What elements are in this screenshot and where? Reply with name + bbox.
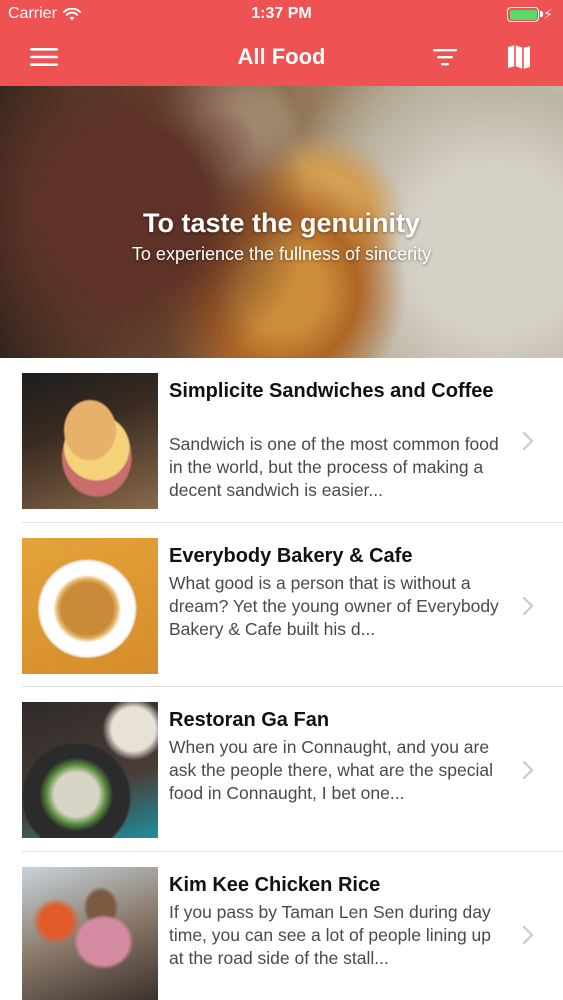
item-title: Simplicite Sandwiches and Coffee <box>169 380 494 402</box>
chevron-right-icon <box>523 596 533 615</box>
item-title: Kim Kee Chicken Rice <box>169 873 381 896</box>
item-description: If you pass by Taman Len Sen during day … <box>169 901 492 968</box>
item-title: Everybody Bakery & Cafe <box>169 544 413 567</box>
page-title: All Food <box>237 44 326 69</box>
food-thumbnail <box>22 866 158 1000</box>
chevron-right-icon <box>523 925 533 944</box>
navigation-bar: All Food <box>0 28 563 86</box>
map-icon <box>508 45 530 69</box>
food-thumbnail <box>22 373 158 509</box>
map-button[interactable] <box>502 41 536 73</box>
item-description: When you are in Connaught, and you are a… <box>169 737 493 803</box>
item-title: Restoran Ga Fan <box>169 709 330 731</box>
top-bar: Carrier 1:37 PM ⚡ All Food <box>0 0 563 86</box>
food-list: Simplicite Sandwiches and Coffee Sandwic… <box>0 358 563 1000</box>
chevron-right-icon <box>523 432 533 450</box>
list-item[interactable]: Restoran Ga Fan When you are in Connaugh… <box>0 687 563 852</box>
hero-banner: To taste the genuinity To experience the… <box>0 86 563 358</box>
battery-indicator: ⚡ <box>507 6 553 23</box>
list-item[interactable]: Simplicite Sandwiches and Coffee Sandwic… <box>0 358 563 523</box>
food-thumbnail <box>22 537 158 674</box>
list-item[interactable]: Everybody Bakery & Cafe What good is a p… <box>0 523 563 687</box>
food-thumbnail <box>22 702 158 838</box>
item-description: What good is a person that is without a … <box>169 572 499 639</box>
filter-button[interactable] <box>428 41 462 73</box>
chevron-right-icon <box>523 761 533 779</box>
item-description: Sandwich is one of the most common food … <box>169 434 499 500</box>
hero-title: To taste the genuinity <box>142 208 420 238</box>
filter-icon <box>433 49 457 66</box>
status-bar: Carrier 1:37 PM ⚡ <box>0 0 563 28</box>
status-time: 1:37 PM <box>251 5 312 22</box>
charging-bolt-icon: ⚡ <box>543 6 553 22</box>
list-item[interactable]: Kim Kee Chicken Rice If you pass by Tama… <box>0 852 563 1000</box>
battery-icon <box>507 7 544 22</box>
hero-subtitle: To experience the fullness of sincerity <box>131 244 432 264</box>
battery-level <box>509 9 537 20</box>
